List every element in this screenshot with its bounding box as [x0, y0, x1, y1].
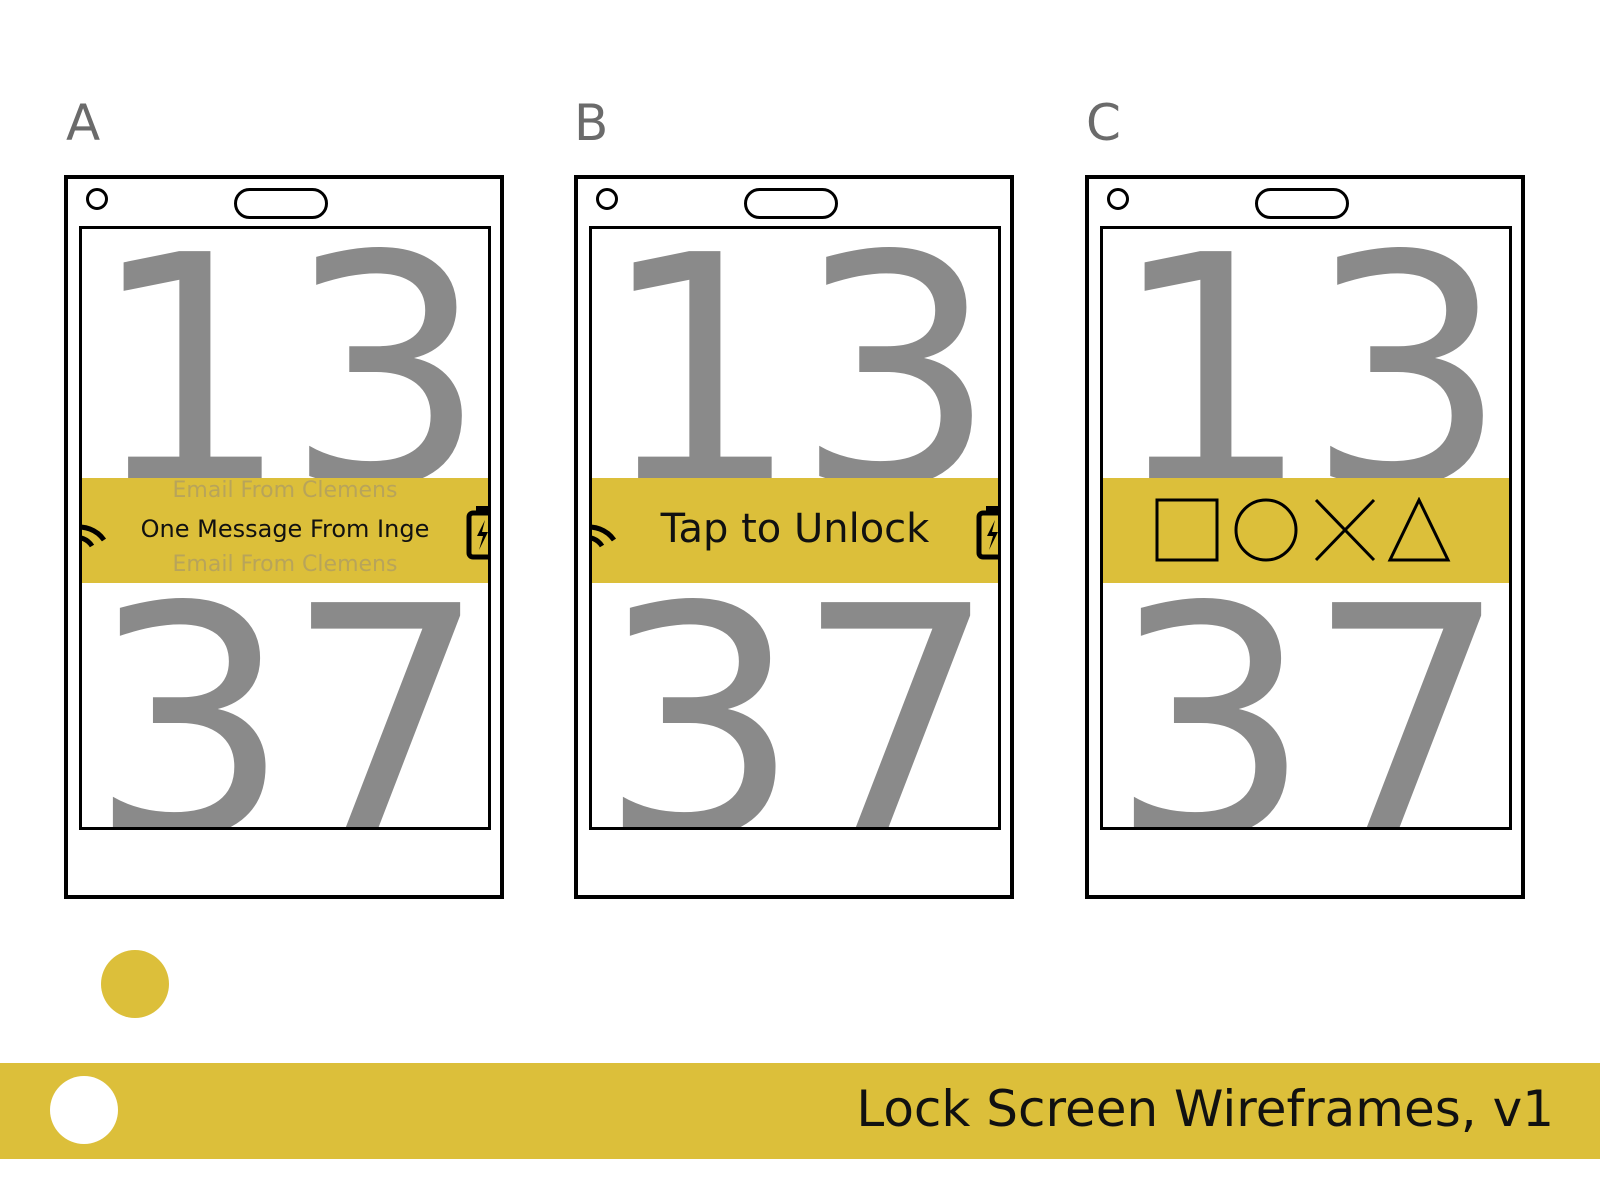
- circle-icon[interactable]: [1234, 498, 1298, 562]
- phone-frame-b: 13 37 Tap to Unlock: [574, 175, 1014, 899]
- notification-band[interactable]: Email From Clemens One Message From Inge…: [82, 478, 488, 583]
- unlock-pattern: [1155, 497, 1451, 562]
- unlock-band[interactable]: Tap to Unlock: [592, 478, 998, 583]
- lock-screen-c[interactable]: 13 37: [1100, 226, 1512, 830]
- lock-screen-a[interactable]: 13 37 Email From Clemens One Message Fro…: [79, 226, 491, 830]
- wireframe-label-a: A: [66, 94, 101, 152]
- phone-frame-c: 13 37: [1085, 175, 1525, 899]
- footer-title: Lock Screen Wireframes, v1: [856, 1080, 1554, 1138]
- tap-to-unlock-button[interactable]: Tap to Unlock: [592, 506, 998, 552]
- pattern-band: [1103, 478, 1509, 583]
- battery-charging-icon: [466, 506, 488, 560]
- camera-icon: [86, 188, 108, 210]
- battery-charging-icon: [976, 506, 998, 560]
- notification-item[interactable]: Email From Clemens: [82, 552, 488, 577]
- notification-item-active[interactable]: One Message From Inge: [82, 515, 488, 543]
- speaker-icon: [1255, 188, 1349, 219]
- accent-dot: [101, 950, 169, 1018]
- phone-frame-a: 13 37 Email From Clemens One Message Fro…: [64, 175, 504, 899]
- speaker-icon: [234, 188, 328, 219]
- wireframe-label-b: B: [574, 94, 609, 152]
- camera-icon: [596, 188, 618, 210]
- camera-icon: [1107, 188, 1129, 210]
- clock-minutes: 37: [1109, 539, 1509, 830]
- speaker-icon: [744, 188, 838, 219]
- square-icon[interactable]: [1155, 498, 1219, 562]
- clock-minutes: 37: [88, 539, 488, 830]
- triangle-icon[interactable]: [1387, 497, 1451, 562]
- footer-dot: [50, 1076, 118, 1144]
- clock-minutes: 37: [598, 539, 998, 830]
- lock-screen-b[interactable]: 13 37 Tap to Unlock: [589, 226, 1001, 830]
- wireframe-label-c: C: [1086, 94, 1121, 152]
- cross-icon[interactable]: [1314, 498, 1376, 562]
- footer-bar: Lock Screen Wireframes, v1: [0, 1063, 1600, 1159]
- notification-item[interactable]: Email From Clemens: [82, 478, 488, 503]
